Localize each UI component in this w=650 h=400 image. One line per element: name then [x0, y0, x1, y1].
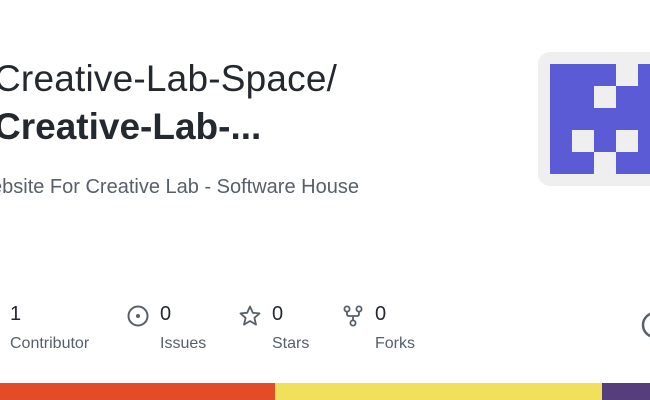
repo-name[interactable]: Creative-Lab-... [0, 106, 261, 148]
identicon-icon [550, 64, 650, 174]
contributors-label: Contributor [10, 335, 90, 352]
issue-icon [127, 305, 149, 327]
issues-count: 0 [160, 303, 172, 325]
repo-owner[interactable]: Creative-Lab-Space/ [0, 58, 337, 100]
language-segment [0, 383, 275, 400]
stars-count: 0 [272, 303, 284, 325]
language-segment [275, 383, 602, 400]
star-icon [239, 305, 261, 326]
fork-icon [343, 305, 363, 327]
language-bar [0, 383, 650, 400]
forks-count: 0 [375, 303, 387, 325]
issues-label: Issues [160, 335, 207, 352]
repo-description: ebsite For Creative Lab - Software House [0, 176, 359, 198]
language-segment [602, 383, 650, 400]
stars-label: Stars [272, 335, 310, 352]
forks-label: Forks [375, 335, 415, 352]
contributors-count: 1 [10, 303, 22, 325]
github-icon [641, 312, 650, 338]
repo-avatar [538, 52, 650, 186]
